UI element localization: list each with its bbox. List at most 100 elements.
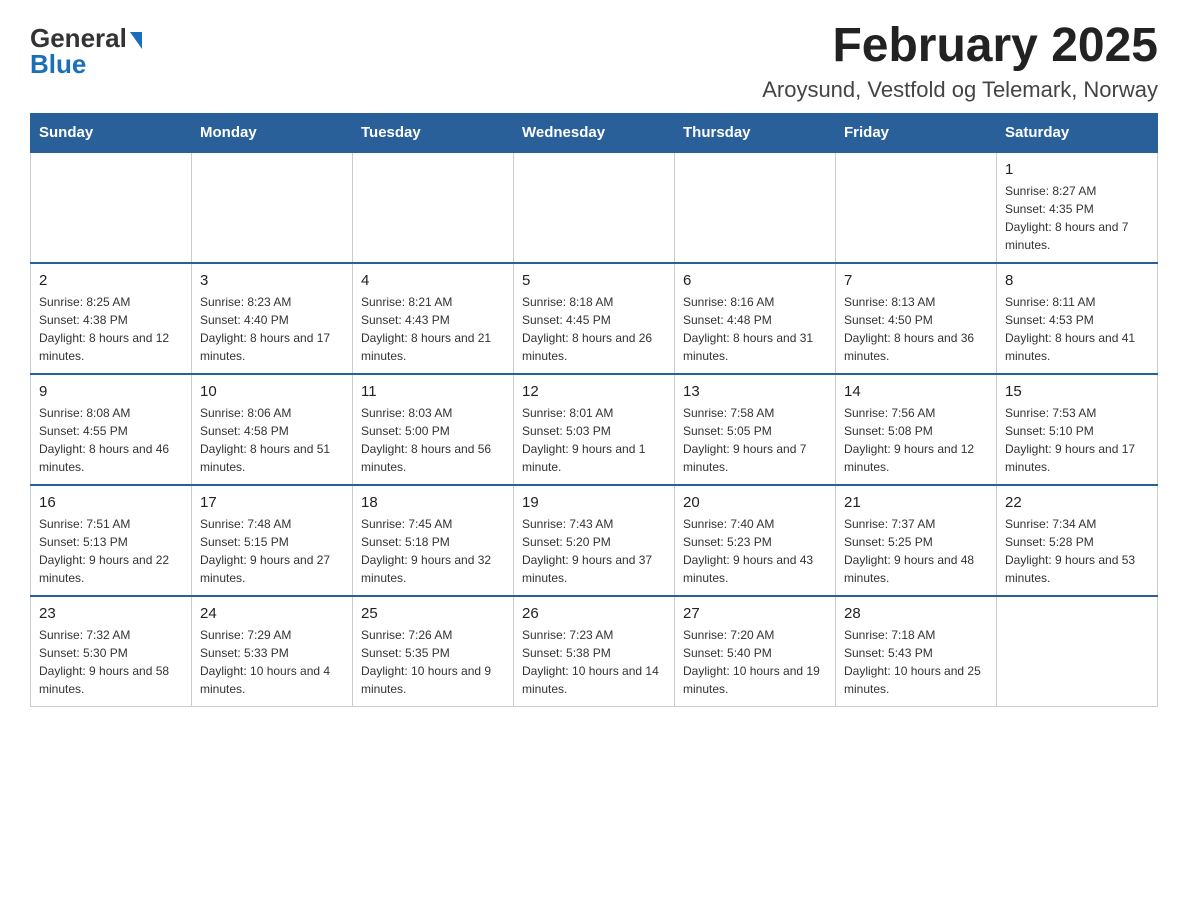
week-row-4: 16 Sunrise: 7:51 AMSunset: 5:13 PMDayligh… <box>31 485 1158 596</box>
calendar: SundayMondayTuesdayWednesdayThursdayFrid… <box>30 113 1158 707</box>
day-number: 7 <box>844 272 988 289</box>
weekday-header-saturday: Saturday <box>997 113 1158 152</box>
day-info: Sunrise: 7:53 AMSunset: 5:10 PMDaylight:… <box>1005 404 1149 476</box>
day-cell: 6Sunrise: 8:16 AMSunset: 4:48 PMDaylight… <box>675 263 836 374</box>
logo: General Blue <box>30 20 142 77</box>
day-number: 4 <box>361 272 505 289</box>
week-row-5: 23 Sunrise: 7:32 AMSunset: 5:30 PMDayligh… <box>31 596 1158 707</box>
day-info: Sunrise: 7:29 AMSunset: 5:33 PMDaylight:… <box>200 626 344 698</box>
day-cell: 12 Sunrise: 8:01 AMSunset: 5:03 PMDayligh… <box>514 374 675 485</box>
month-title: February 2025 <box>762 20 1158 73</box>
day-cell: 8 Sunrise: 8:11 AMSunset: 4:53 PMDaylight… <box>997 263 1158 374</box>
day-info: Sunrise: 8:16 AMSunset: 4:48 PMDaylight:… <box>683 293 827 365</box>
logo-blue: Blue <box>30 51 86 77</box>
day-cell: 7 Sunrise: 8:13 AMSunset: 4:50 PMDaylight… <box>836 263 997 374</box>
day-number: 25 <box>361 605 505 622</box>
day-number: 18 <box>361 494 505 511</box>
day-number: 27 <box>683 605 827 622</box>
day-cell <box>514 152 675 263</box>
day-cell: 25 Sunrise: 7:26 AMSunset: 5:35 PMDayligh… <box>353 596 514 707</box>
weekday-header-wednesday: Wednesday <box>514 113 675 152</box>
day-info: Sunrise: 7:43 AMSunset: 5:20 PMDaylight:… <box>522 515 666 587</box>
day-info: Sunrise: 7:23 AMSunset: 5:38 PMDaylight:… <box>522 626 666 698</box>
day-number: 2 <box>39 272 183 289</box>
day-info: Sunrise: 8:27 AMSunset: 4:35 PMDaylight:… <box>1005 182 1149 254</box>
day-cell: 22Sunrise: 7:34 AMSunset: 5:28 PMDayligh… <box>997 485 1158 596</box>
day-number: 14 <box>844 383 988 400</box>
day-cell: 4 Sunrise: 8:21 AMSunset: 4:43 PMDaylight… <box>353 263 514 374</box>
day-info: Sunrise: 8:21 AMSunset: 4:43 PMDaylight:… <box>361 293 505 365</box>
day-cell: 16 Sunrise: 7:51 AMSunset: 5:13 PMDayligh… <box>31 485 192 596</box>
day-cell: 1 Sunrise: 8:27 AMSunset: 4:35 PMDaylight… <box>997 152 1158 263</box>
day-cell <box>836 152 997 263</box>
day-number: 24 <box>200 605 344 622</box>
day-cell <box>353 152 514 263</box>
day-number: 22 <box>1005 494 1149 511</box>
day-number: 13 <box>683 383 827 400</box>
week-row-1: 1 Sunrise: 8:27 AMSunset: 4:35 PMDaylight… <box>31 152 1158 263</box>
day-cell: 24 Sunrise: 7:29 AMSunset: 5:33 PMDayligh… <box>192 596 353 707</box>
location-title: Aroysund, Vestfold og Telemark, Norway <box>762 77 1158 103</box>
day-cell <box>192 152 353 263</box>
day-number: 21 <box>844 494 988 511</box>
day-info: Sunrise: 7:48 AMSunset: 5:15 PMDaylight:… <box>200 515 344 587</box>
day-cell: 17 Sunrise: 7:48 AMSunset: 5:15 PMDayligh… <box>192 485 353 596</box>
day-cell: 14Sunrise: 7:56 AMSunset: 5:08 PMDayligh… <box>836 374 997 485</box>
day-number: 20 <box>683 494 827 511</box>
header: General Blue February 2025 Aroysund, Ves… <box>30 20 1158 103</box>
weekday-header-friday: Friday <box>836 113 997 152</box>
day-info: Sunrise: 8:11 AMSunset: 4:53 PMDaylight:… <box>1005 293 1149 365</box>
day-cell: 13 Sunrise: 7:58 AMSunset: 5:05 PMDayligh… <box>675 374 836 485</box>
page: General Blue February 2025 Aroysund, Ves… <box>0 0 1188 737</box>
day-cell: 9Sunrise: 8:08 AMSunset: 4:55 PMDaylight… <box>31 374 192 485</box>
day-cell <box>675 152 836 263</box>
day-cell: 19Sunrise: 7:43 AMSunset: 5:20 PMDayligh… <box>514 485 675 596</box>
day-info: Sunrise: 8:18 AMSunset: 4:45 PMDaylight:… <box>522 293 666 365</box>
week-row-2: 2 Sunrise: 8:25 AMSunset: 4:38 PMDaylight… <box>31 263 1158 374</box>
day-info: Sunrise: 7:40 AMSunset: 5:23 PMDaylight:… <box>683 515 827 587</box>
day-number: 23 <box>39 605 183 622</box>
logo-general: General <box>30 25 127 51</box>
day-info: Sunrise: 7:26 AMSunset: 5:35 PMDaylight:… <box>361 626 505 698</box>
day-info: Sunrise: 7:18 AMSunset: 5:43 PMDaylight:… <box>844 626 988 698</box>
day-info: Sunrise: 8:25 AMSunset: 4:38 PMDaylight:… <box>39 293 183 365</box>
weekday-header-thursday: Thursday <box>675 113 836 152</box>
day-number: 28 <box>844 605 988 622</box>
day-cell: 11Sunrise: 8:03 AMSunset: 5:00 PMDayligh… <box>353 374 514 485</box>
day-info: Sunrise: 8:01 AMSunset: 5:03 PMDaylight:… <box>522 404 666 476</box>
day-info: Sunrise: 8:23 AMSunset: 4:40 PMDaylight:… <box>200 293 344 365</box>
day-cell <box>997 596 1158 707</box>
day-cell: 21 Sunrise: 7:37 AMSunset: 5:25 PMDayligh… <box>836 485 997 596</box>
day-info: Sunrise: 8:13 AMSunset: 4:50 PMDaylight:… <box>844 293 988 365</box>
day-cell: 2 Sunrise: 8:25 AMSunset: 4:38 PMDaylight… <box>31 263 192 374</box>
day-cell: 26 Sunrise: 7:23 AMSunset: 5:38 PMDayligh… <box>514 596 675 707</box>
day-info: Sunrise: 7:58 AMSunset: 5:05 PMDaylight:… <box>683 404 827 476</box>
weekday-header-monday: Monday <box>192 113 353 152</box>
day-number: 10 <box>200 383 344 400</box>
day-number: 26 <box>522 605 666 622</box>
day-info: Sunrise: 7:51 AMSunset: 5:13 PMDaylight:… <box>39 515 183 587</box>
day-cell <box>31 152 192 263</box>
day-number: 15 <box>1005 383 1149 400</box>
day-cell: 20 Sunrise: 7:40 AMSunset: 5:23 PMDayligh… <box>675 485 836 596</box>
day-number: 17 <box>200 494 344 511</box>
weekday-header-tuesday: Tuesday <box>353 113 514 152</box>
day-number: 1 <box>1005 161 1149 178</box>
day-number: 5 <box>522 272 666 289</box>
title-section: February 2025 Aroysund, Vestfold og Tele… <box>762 20 1158 103</box>
day-number: 12 <box>522 383 666 400</box>
day-cell: 27Sunrise: 7:20 AMSunset: 5:40 PMDayligh… <box>675 596 836 707</box>
day-cell: 15 Sunrise: 7:53 AMSunset: 5:10 PMDayligh… <box>997 374 1158 485</box>
day-info: Sunrise: 8:06 AMSunset: 4:58 PMDaylight:… <box>200 404 344 476</box>
day-cell: 5 Sunrise: 8:18 AMSunset: 4:45 PMDaylight… <box>514 263 675 374</box>
day-cell: 28 Sunrise: 7:18 AMSunset: 5:43 PMDayligh… <box>836 596 997 707</box>
day-info: Sunrise: 7:37 AMSunset: 5:25 PMDaylight:… <box>844 515 988 587</box>
day-info: Sunrise: 8:08 AMSunset: 4:55 PMDaylight:… <box>39 404 183 476</box>
day-number: 8 <box>1005 272 1149 289</box>
weekday-header-row: SundayMondayTuesdayWednesdayThursdayFrid… <box>31 113 1158 152</box>
day-cell: 18Sunrise: 7:45 AMSunset: 5:18 PMDayligh… <box>353 485 514 596</box>
day-number: 3 <box>200 272 344 289</box>
day-number: 16 <box>39 494 183 511</box>
week-row-3: 9Sunrise: 8:08 AMSunset: 4:55 PMDaylight… <box>31 374 1158 485</box>
day-info: Sunrise: 7:32 AMSunset: 5:30 PMDaylight:… <box>39 626 183 698</box>
